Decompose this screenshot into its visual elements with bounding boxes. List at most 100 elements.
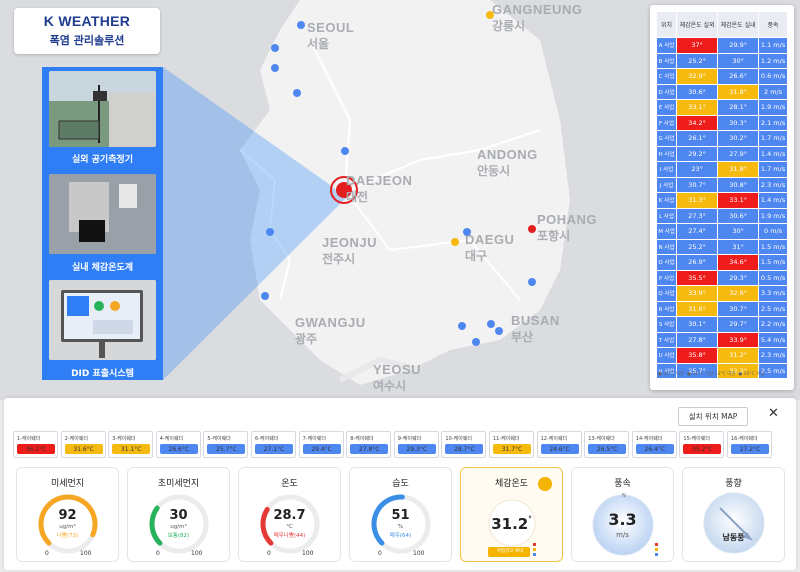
table-row[interactable]: E 사업 33.1° 28.1° 1.9 m/s [655,99,788,116]
table-row[interactable]: F 사업 34.2° 30.3° 2.1 m/s [655,114,788,131]
site-marker[interactable] [472,338,480,346]
sensor-value: 27.1°C [255,444,293,454]
sensor-value: 27.2°C [731,444,769,454]
sensor-chip[interactable]: 15-케이웨더 35.2°C [679,431,725,458]
table-row[interactable]: L 사업 27.3° 30.6° 1.9 m/s [655,207,788,224]
brand-logo: K WEATHER 폭염 관리솔루션 [14,8,160,54]
cell-loc: A 사업 [655,37,678,54]
pm25-card[interactable]: 초미세먼지 30 ug/m³ 보통(82) 0 100 [127,467,230,562]
table-row[interactable]: C 사업 32.9° 26.6° 0.6 m/s [655,68,788,85]
cell-loc: C 사업 [655,68,678,85]
cell-in: 27.9° [717,145,760,162]
sensor-chip[interactable]: 8-케이웨더 27.8°C [346,431,392,458]
sensor-chip[interactable]: 10-케이웨더 28.7°C [441,431,487,458]
pm10-card[interactable]: 미세먼지 92 ug/m³ 나쁨(73) 0 100 [16,467,119,562]
site-marker[interactable] [458,322,466,330]
table-row[interactable]: U 사업 35.8° 31.2° 2.3 m/s [655,347,788,364]
cell-out: 33.1° [676,99,719,116]
table-row[interactable]: I 사업 23° 31.8° 1.7 m/s [655,161,788,178]
sensor-chip[interactable]: 14-케이웨더 26.4°C [631,431,677,458]
table-row[interactable]: P 사업 35.5° 29.3° 0.5 m/s [655,269,788,286]
did-display-caption: DID 표출시스템 [71,369,134,379]
cell-out: 29.2° [676,145,719,162]
site-marker[interactable] [261,292,269,300]
site-marker[interactable] [487,320,495,328]
table-row[interactable]: R 사업 31.6° 30.7° 2.5 m/s [655,300,788,317]
table-row[interactable]: T 사업 27.8° 33.9° 5.4 m/s [655,331,788,348]
header-location: 위치 [655,11,678,38]
sensor-chip[interactable]: 1-케이웨더 36.2°C [13,431,58,458]
temperature-max: 100 [302,550,314,557]
temperature-card[interactable]: 온도 28.7 °C 매우나쁨(44) 0 100 [238,467,341,562]
sensor-chip[interactable]: 5-케이웨더 25.7°C [203,431,249,458]
site-marker[interactable] [463,228,471,236]
table-row[interactable]: S 사업 30.1° 29.7° 2.2 m/s [655,316,788,333]
sensor-chip[interactable]: 9-케이웨더 29.3°C [393,431,439,458]
site-marker[interactable] [271,64,279,72]
sensor-chip[interactable]: 4-케이웨더 26.6°C [155,431,201,458]
cell-out: 26.9° [676,254,719,271]
site-marker[interactable] [293,89,301,97]
feels-like-card[interactable]: 체감온도 31.2° 위험경고 확대 [460,467,563,562]
cell-wind: 5.4 m/s [758,331,788,348]
table-row[interactable]: B 사업 25.2° 30° 1.2 m/s [655,52,788,69]
header-wind: 풍속 [758,11,788,38]
table-row[interactable]: K 사업 31.3° 33.1° 1.4 m/s [655,192,788,209]
cell-wind: 1.5 m/s [758,238,788,255]
site-marker[interactable] [495,327,503,335]
close-icon[interactable]: ✕ [768,406,779,421]
sensor-name: 4-케이웨더 [159,436,184,442]
outdoor-sensor-caption: 실외 공기측정기 [71,155,134,165]
sensor-chip[interactable]: 6-케이웨더 27.1°C [251,431,296,458]
wind-direction-card[interactable]: 풍향 남동풍 [682,467,785,562]
site-marker[interactable] [266,228,274,236]
city-yeosu: YEOSU 여수시 [373,362,422,393]
sensor-value: 28.7°C [445,444,484,454]
table-row[interactable]: G 사업 26.1° 30.2° 1.7 m/s [655,130,788,147]
sensor-chip[interactable]: 2-케이웨더 31.6°C [60,431,106,458]
cell-out: 23° [676,161,719,178]
city-daegu: DAEGU 대구 [465,232,515,263]
site-marker[interactable] [271,44,279,52]
table-row[interactable]: J 사업 30.7° 30.8° 2.3 m/s [655,176,788,193]
install-map-button[interactable]: 설치 위치 MAP [678,407,748,426]
table-row[interactable]: O 사업 26.9° 34.6° 1.5 m/s [655,254,788,271]
sensor-chip[interactable]: 3-케이웨더 31.1°C [108,431,154,458]
site-marker[interactable] [451,238,459,246]
cell-in: 30.2° [717,130,760,147]
cell-wind: 2.3 m/s [758,176,788,193]
cell-wind: 2.1 m/s [758,114,788,131]
sensor-name: 10-케이웨더 [445,436,472,442]
humidity-unit: % [397,524,404,530]
table-row[interactable]: Q 사업 33.9° 32.6° 3.3 m/s [655,285,788,302]
cell-wind: 2.5 m/s [758,300,788,317]
sensor-chip[interactable]: 11-케이웨더 31.7°C [489,431,534,458]
brand-subtitle: 폭염 관리솔루션 [49,34,125,47]
cell-loc: M 사업 [655,223,678,240]
site-marker[interactable] [486,11,494,19]
sensor-chip[interactable]: 12-케이웨더 24.6°C [536,431,582,458]
cell-wind: 1.2 m/s [758,52,788,69]
sensor-chip[interactable]: 7-케이웨더 29.4°C [298,431,344,458]
pm25-max: 100 [191,550,203,557]
site-marker[interactable] [297,21,305,29]
temperature-unit: °C [286,524,293,530]
site-marker[interactable] [528,278,536,286]
table-row[interactable]: D 사업 30.6° 31.8° 2 m/s [655,83,788,100]
humidity-card[interactable]: 습도 51 % 매우(64) 0 100 [349,467,452,562]
sensor-chip[interactable]: 13-케이웨더 26.5°C [584,431,630,458]
site-marker[interactable] [341,147,349,155]
cell-loc: U 사업 [655,347,678,364]
brand-name: K WEATHER [43,13,131,29]
site-marker[interactable] [528,225,536,233]
table-row[interactable]: H 사업 29.2° 27.9° 1.4 m/s [655,145,788,162]
table-row[interactable]: A 사업 37° 29.9° 1.1 m/s [655,37,788,54]
pm25-min: 0 [156,550,160,557]
cell-wind: 1.7 m/s [758,161,788,178]
table-row[interactable]: N 사업 25.2° 31° 1.5 m/s [655,238,788,255]
cell-in: 29.7° [717,316,760,333]
cell-in: 30.3° [717,114,760,131]
sensor-chip[interactable]: 16-케이웨더 27.2°C [727,431,772,458]
table-row[interactable]: M 사업 27.4° 30° 0 m/s [655,223,788,240]
wind-speed-card[interactable]: 풍속 N 3.3 m/s [571,467,674,562]
